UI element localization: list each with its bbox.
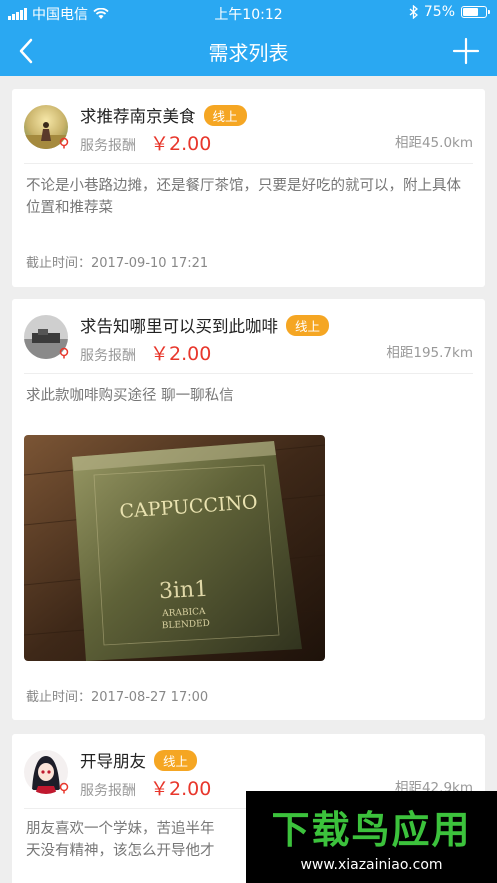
- reward-row: 服务报酬 ￥2.00: [80, 774, 211, 801]
- watermark-title: 下载鸟应用: [271, 808, 472, 852]
- request-title: 求推荐南京美食: [80, 107, 196, 126]
- reward-row: 服务报酬 ￥2.00: [80, 339, 211, 366]
- divider: [24, 373, 473, 374]
- battery-level: [463, 8, 478, 16]
- title-row: 求告知哪里可以买到此咖啡 线上: [80, 313, 330, 337]
- bluetooth-icon: [409, 5, 418, 19]
- distance: 相距195.7km: [386, 345, 473, 361]
- title-row: 开导朋友 线上: [80, 748, 198, 772]
- add-icon[interactable]: [451, 36, 481, 66]
- deadline: 截止时间：2017-09-10 17:21: [26, 256, 209, 271]
- request-title: 求告知哪里可以买到此咖啡: [80, 317, 278, 336]
- request-card[interactable]: 求推荐南京美食 线上 服务报酬 ￥2.00 相距45.0km 不论是小巷路边摊，…: [12, 89, 485, 287]
- request-photo[interactable]: CAPPUCCINO 3in1 ARABICA BLENDED: [24, 435, 325, 661]
- request-card[interactable]: 求告知哪里可以买到此咖啡 线上 服务报酬 ￥2.00 相距195.7km 求此款…: [12, 299, 485, 720]
- battery-icon: [461, 6, 490, 18]
- watermark-url: www.xiazainiao.com: [300, 857, 443, 873]
- request-description: 不论是小巷路边摊，还是餐厅茶馆，只要是好吃的就可以，附上具体位置和推荐菜: [26, 178, 461, 216]
- distance: 相距45.0km: [394, 135, 473, 151]
- nav-bar: 需求列表: [0, 24, 497, 76]
- reward-label: 服务报酬: [80, 783, 136, 799]
- reward-price: ￥2.00: [150, 133, 212, 155]
- title-row: 求推荐南京美食 线上: [80, 103, 247, 127]
- location-pin-icon: [59, 347, 69, 359]
- reward-label: 服务报酬: [80, 138, 136, 154]
- page-title: 需求列表: [208, 41, 289, 65]
- photo-big-text: 3in1: [158, 577, 208, 605]
- status-right: 75%: [409, 4, 490, 20]
- divider: [24, 163, 473, 164]
- reward-price: ￥2.00: [150, 778, 212, 800]
- request-title: 开导朋友: [80, 752, 146, 771]
- site-watermark: 下载鸟应用 www.xiazainiao.com: [246, 791, 497, 883]
- location-pin-icon: [59, 782, 69, 794]
- online-badge: 线上: [154, 749, 198, 771]
- reward-price: ￥2.00: [150, 343, 212, 365]
- deadline: 截止时间：2017-08-27 17:00: [26, 690, 209, 705]
- reward-row: 服务报酬 ￥2.00: [80, 129, 211, 156]
- location-pin-icon: [59, 137, 69, 149]
- request-description: 求此款咖啡购买途径 聊一聊私信: [26, 388, 234, 404]
- status-bar: 中国电信 上午10:12 75%: [0, 0, 497, 24]
- online-badge: 线上: [286, 314, 330, 336]
- online-badge: 线上: [203, 104, 247, 126]
- battery-percent: 75%: [423, 4, 455, 20]
- reward-label: 服务报酬: [80, 348, 136, 364]
